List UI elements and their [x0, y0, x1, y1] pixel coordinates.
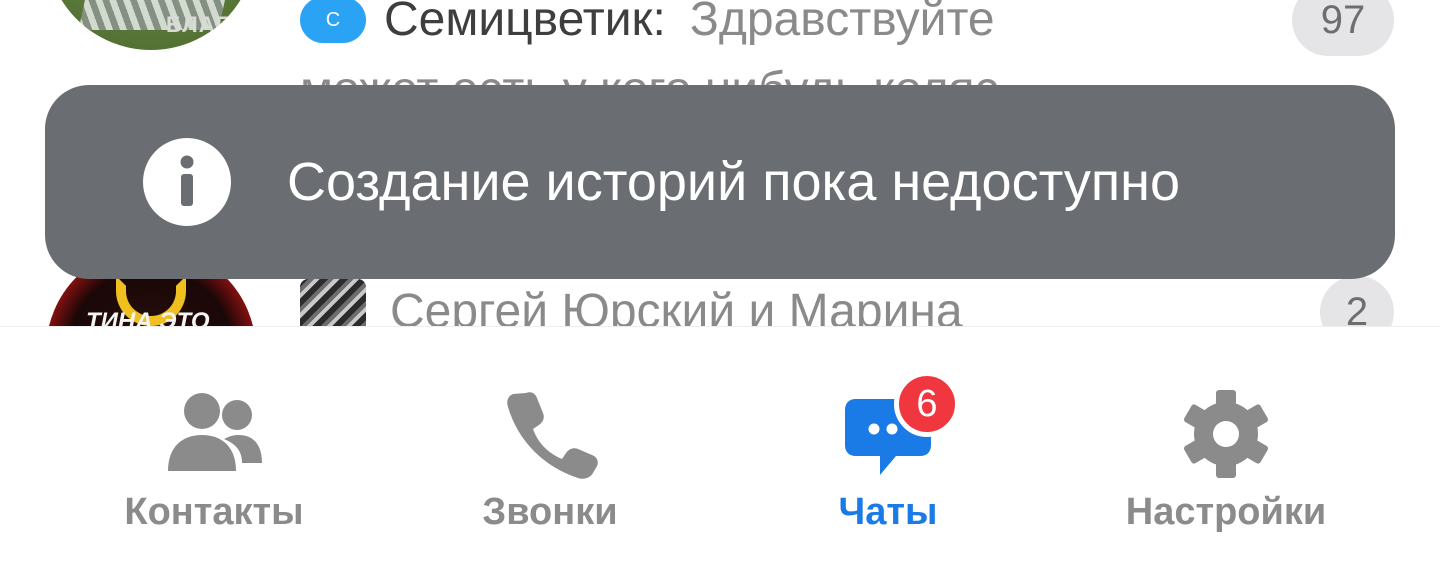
- tab-label: Звонки: [482, 491, 618, 533]
- avatar-caption: ТИНА ЭТО: [86, 308, 210, 326]
- tab-label: Чаты: [838, 491, 938, 533]
- chat-avatar: БЛАГ: [46, 0, 256, 50]
- toast-message: Создание историй пока недоступно: [287, 152, 1181, 212]
- chat-preview: Здравствуйте: [689, 0, 995, 46]
- contacts-icon: [168, 393, 262, 471]
- chat-sender: Сергей Юрский и Марина: [390, 285, 963, 326]
- gear-icon: [1183, 390, 1269, 478]
- sender-mini-avatar: [300, 279, 366, 326]
- tab-chats[interactable]: 6 Чаты: [738, 327, 1038, 579]
- chat-title: С Семицветик: Здравствуйте: [300, 0, 995, 50]
- tab-settings[interactable]: Настройки: [1076, 327, 1376, 579]
- tab-label: Контакты: [124, 491, 304, 533]
- chat-sender: Семицветик:: [384, 0, 666, 46]
- chat-type-chip: С: [300, 0, 366, 43]
- info-icon: [143, 138, 231, 226]
- tab-calls[interactable]: Звонки: [400, 327, 700, 579]
- chats-unread-badge: 6: [894, 371, 960, 437]
- chat-title: Сергей Юрский и Марина: [300, 279, 963, 326]
- bottom-tab-bar: Контакты Звонки 6 Чаты Настройки: [0, 326, 1440, 579]
- screen: БЛАГ С Семицветик: Здравствуйте может ес…: [0, 0, 1440, 579]
- tab-label: Настройки: [1125, 491, 1327, 533]
- tab-contacts[interactable]: Контакты: [64, 327, 364, 579]
- unread-badge: 2: [1320, 276, 1394, 326]
- toast-notification[interactable]: Создание историй пока недоступно: [45, 85, 1395, 279]
- unread-badge: 97: [1292, 0, 1394, 56]
- phone-icon: [507, 392, 598, 479]
- avatar-caption: БЛАГ: [166, 12, 230, 37]
